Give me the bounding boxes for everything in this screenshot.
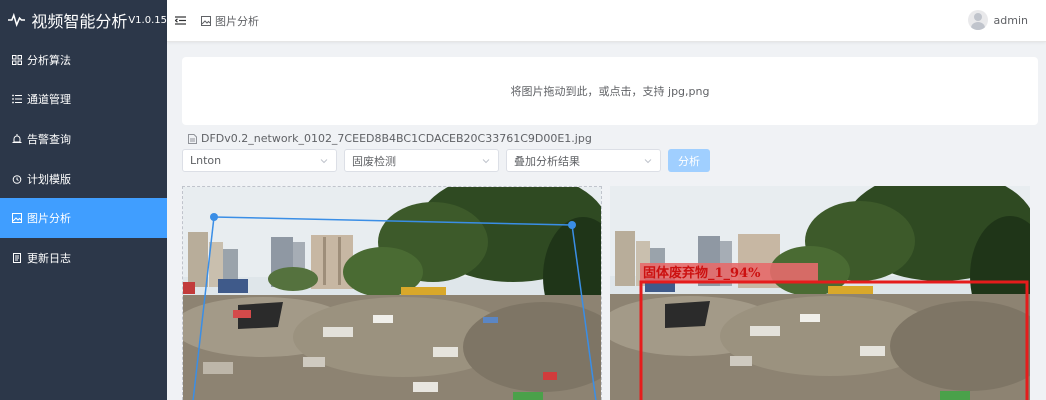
sidebar-item-label: 更新日志	[27, 251, 71, 265]
overlay-select[interactable]: 叠加分析结果	[506, 149, 661, 172]
sidebar-item-label: 图片分析	[27, 212, 71, 226]
app-title: 视频智能分析	[31, 12, 128, 31]
model-select-value: Lnton	[190, 154, 222, 167]
pulse-icon	[8, 13, 26, 27]
overlay-select-value: 叠加分析结果	[514, 154, 580, 168]
app-version: V1.0.15	[128, 14, 167, 26]
sidebar-item-alarms[interactable]: 告警查询	[0, 119, 167, 159]
picture-icon	[201, 16, 211, 26]
sidebar-item-label: 通道管理	[27, 93, 71, 107]
source-image	[183, 187, 601, 400]
alarm-icon	[12, 133, 22, 144]
sidebar-item-channels[interactable]: 通道管理	[0, 80, 167, 120]
sidebar-item-label: 告警查询	[27, 132, 71, 146]
sidebar: 视频智能分析 V1.0.15 分析算法 通道管理 告警查询 计划模版 图片分析	[0, 0, 167, 400]
username: admin	[993, 13, 1028, 27]
detection-select-value: 固废检测	[352, 154, 396, 168]
breadcrumb-label: 图片分析	[215, 15, 259, 28]
detection-label: 固体废弃物_1_94%	[643, 265, 761, 281]
sidebar-item-image-analysis[interactable]: 图片分析	[0, 198, 167, 238]
analyze-button[interactable]: 分析	[668, 149, 710, 172]
result-image-panel: 固体废弃物_1_94%	[610, 186, 1030, 400]
result-image: 固体废弃物_1_94%	[610, 186, 1030, 400]
grid-icon	[12, 54, 22, 65]
upload-dropzone[interactable]: 将图片拖动到此，或点击，支持 jpg,png	[182, 57, 1038, 125]
chevron-down-icon	[644, 159, 652, 164]
app-logo: 视频智能分析 V1.0.15	[0, 0, 167, 40]
picture-icon	[12, 213, 22, 224]
document-icon	[12, 252, 22, 263]
sidebar-item-schedule[interactable]: 计划模版	[0, 159, 167, 199]
sidebar-item-label: 计划模版	[27, 172, 71, 186]
model-select[interactable]: Lnton	[182, 149, 337, 172]
source-image-panel[interactable]	[182, 186, 602, 400]
top-header: 图片分析 admin	[167, 0, 1046, 42]
sidebar-item-changelog[interactable]: 更新日志	[0, 238, 167, 278]
sidebar-item-label: 分析算法	[27, 53, 71, 67]
detection-select[interactable]: 固废检测	[344, 149, 499, 172]
selected-file: DFDv0.2_network_0102_7CEED8B4BC1CDACEB20…	[188, 132, 592, 145]
clock-icon	[12, 174, 22, 184]
file-name: DFDv0.2_network_0102_7CEED8B4BC1CDACEB20…	[201, 132, 592, 145]
chevron-down-icon	[320, 159, 328, 164]
sidebar-item-algorithms[interactable]: 分析算法	[0, 40, 167, 80]
breadcrumb: 图片分析	[201, 13, 259, 29]
upload-hint: 将图片拖动到此，或点击，支持 jpg,png	[510, 85, 710, 98]
avatar	[967, 10, 988, 30]
user-menu[interactable]: admin	[967, 10, 1028, 30]
menu-fold-icon[interactable]	[175, 15, 186, 26]
file-icon	[188, 133, 197, 144]
list-icon	[12, 94, 22, 104]
chevron-down-icon	[482, 159, 490, 164]
